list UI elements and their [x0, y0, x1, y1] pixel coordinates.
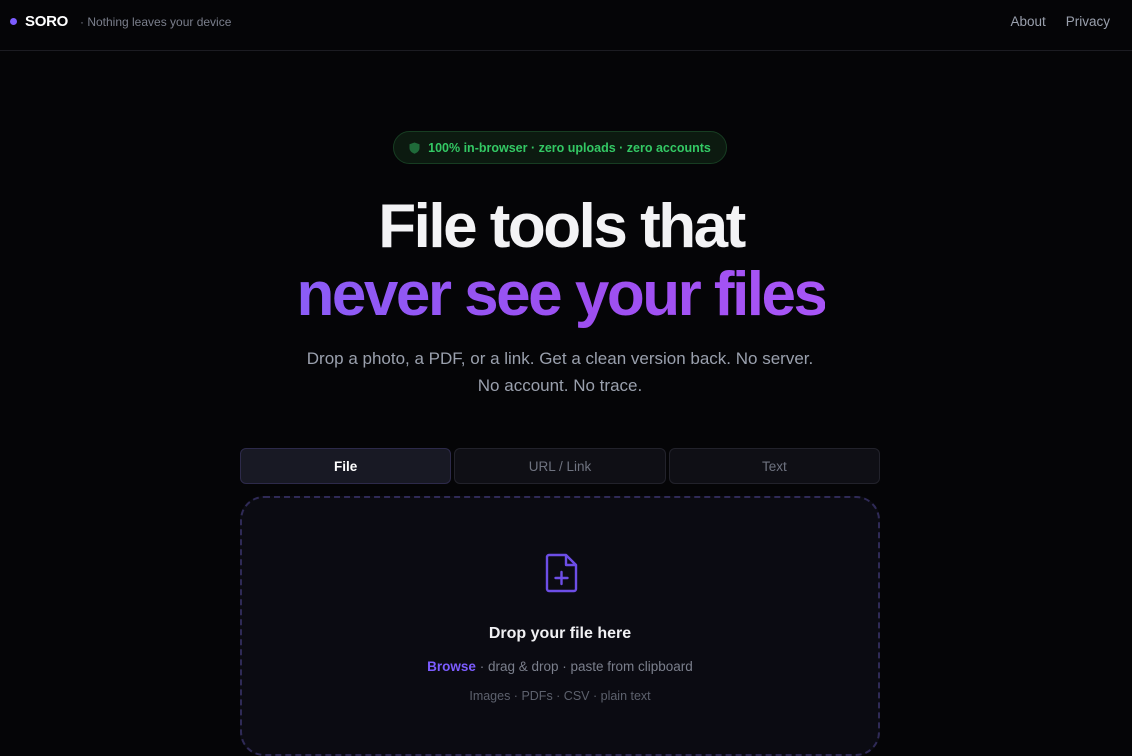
- headline-line-2: never see your files: [0, 261, 1122, 329]
- nav-link-about[interactable]: About: [1010, 14, 1045, 29]
- tab-url-link[interactable]: URL / Link: [454, 448, 666, 484]
- headline-line-1: File tools that: [378, 192, 746, 261]
- browse-link[interactable]: Browse: [427, 659, 476, 674]
- shield-icon: [409, 142, 420, 154]
- file-dropzone[interactable]: Drop your file here Browse · drag & drop…: [240, 496, 880, 756]
- headline-gradient-text: never see your files: [296, 260, 828, 329]
- tab-file[interactable]: File: [240, 448, 452, 484]
- dropzone-file-types: Images · PDFs · CSV · plain text: [469, 689, 651, 703]
- hero-subtitle: Drop a photo, a PDF, or a link. Get a cl…: [306, 349, 814, 395]
- privacy-badge: 100% in-browser · zero uploads · zero ac…: [393, 131, 727, 164]
- nav-link-privacy[interactable]: Privacy: [1066, 14, 1110, 29]
- dropzone-title: Drop your file here: [488, 625, 632, 642]
- brand-dot-icon: [10, 18, 17, 25]
- brand-tagline: · Nothing leaves your device: [79, 14, 232, 29]
- file-plus-icon: [545, 553, 578, 593]
- input-mode-tabs: File URL / Link Text: [240, 448, 880, 484]
- top-nav: About Privacy: [1010, 14, 1110, 29]
- brand[interactable]: SORO · Nothing leaves your device: [10, 13, 231, 30]
- top-bar: SORO · Nothing leaves your device About …: [0, 0, 1132, 51]
- badge-text: 100% in-browser · zero uploads · zero ac…: [428, 140, 711, 155]
- dropzone-actions-text: · drag & drop · paste from clipboard: [475, 659, 693, 674]
- dropzone-actions: Browse · drag & drop · paste from clipbo…: [242, 659, 878, 674]
- brand-name[interactable]: SORO: [25, 13, 68, 30]
- tab-text[interactable]: Text: [668, 448, 880, 484]
